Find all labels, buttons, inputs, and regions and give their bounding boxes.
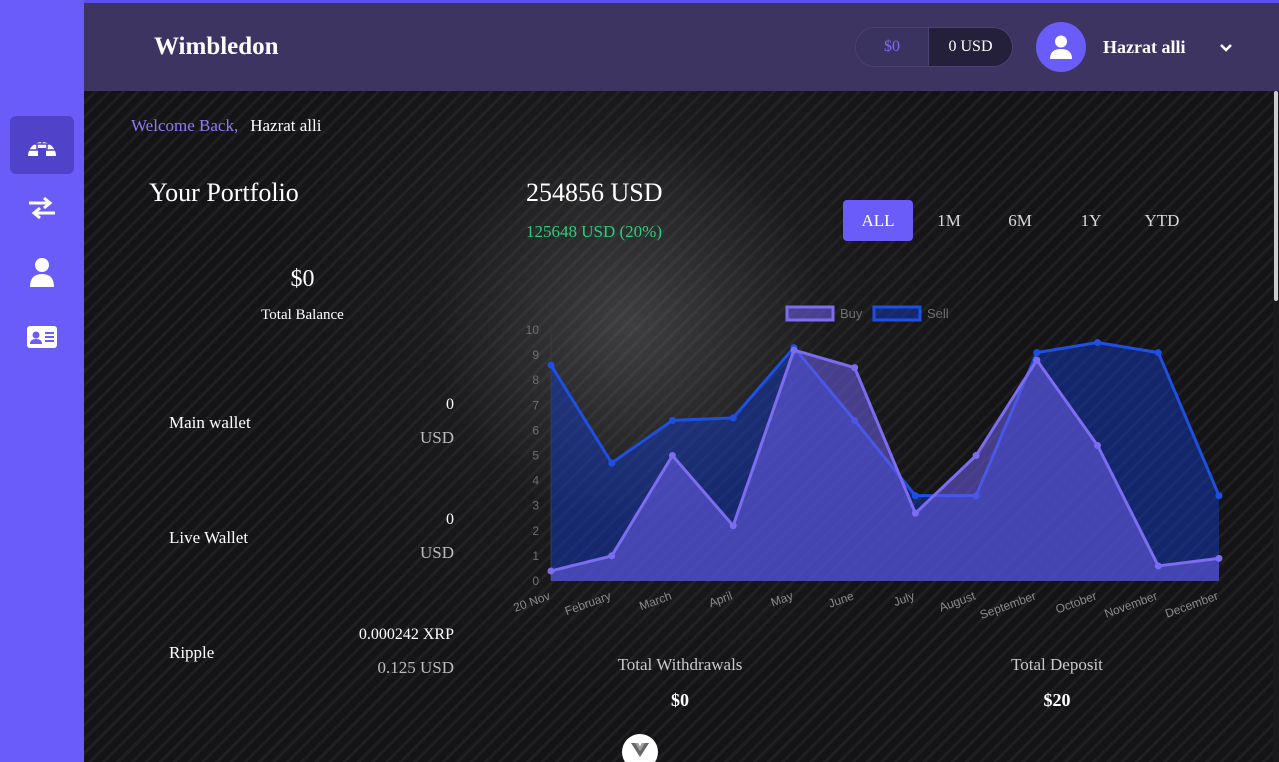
portfolio-total-value: 254856 USD	[526, 178, 663, 207]
scrollbar-thumb[interactable]	[1274, 91, 1278, 301]
chart-y-tick-label: 0	[532, 574, 539, 588]
range-ytd-button[interactable]: YTD	[1127, 200, 1197, 241]
range-1m-button[interactable]: 1M	[914, 200, 984, 241]
sidebar-item-profile[interactable]	[10, 243, 74, 301]
top-header: Wimbledon $0 0 USD Hazrat alli	[84, 0, 1279, 91]
wallet-main-amount: 0	[446, 396, 454, 413]
chart-point-buy	[851, 364, 859, 372]
chart-x-tick-label: October	[1054, 589, 1099, 617]
chart-point-sell	[911, 492, 919, 500]
chart-point-buy	[547, 567, 555, 575]
chart-point-sell	[1094, 339, 1102, 347]
chart-point-buy	[911, 509, 919, 517]
chart-x-tick-label: April	[707, 589, 734, 610]
chart-point-sell	[547, 361, 555, 369]
user-avatar-icon	[1050, 35, 1072, 59]
chart-x-tick-label: March	[637, 589, 673, 614]
exchange-arrows-icon	[29, 196, 55, 220]
chart-point-buy	[972, 452, 980, 459]
chart-point-sell	[668, 416, 676, 424]
total-balance-label: Total Balance	[261, 307, 344, 323]
chart-point-buy	[1154, 562, 1162, 570]
chart-x-tick-label: July	[892, 589, 917, 609]
wallet-main-name: Main wallet	[169, 413, 251, 432]
chart-legend-label-buy: Buy	[840, 306, 863, 321]
avatar[interactable]	[1036, 22, 1086, 72]
range-1y-button[interactable]: 1Y	[1056, 200, 1126, 241]
total-deposit-value: $20	[1043, 690, 1071, 710]
user-icon	[30, 258, 54, 287]
chart-point-buy	[1215, 554, 1223, 562]
chart-y-tick-label: 1	[532, 549, 539, 563]
range-6m-button[interactable]: 6M	[985, 200, 1055, 241]
chart-y-tick-label: 9	[532, 348, 539, 362]
wallet-live-amount: 0	[446, 511, 454, 528]
chart-y-tick-label: 10	[526, 323, 540, 337]
chart-point-sell	[729, 414, 737, 422]
chart-x-tick-label: June	[826, 589, 856, 611]
chart-point-buy	[1033, 356, 1041, 364]
chart-y-tick-label: 2	[532, 524, 539, 538]
chart-point-sell	[608, 459, 616, 467]
chart-y-tick-label: 6	[532, 423, 539, 437]
welcome-message: Welcome Back, Hazrat alli	[131, 116, 321, 136]
chart-x-tick-label: September	[978, 589, 1038, 622]
vue-logo-icon	[631, 743, 649, 757]
portfolio-title: Your Portfolio	[149, 178, 299, 207]
chart-y-tick-label: 5	[532, 449, 539, 463]
total-withdrawals-label: Total Withdrawals	[617, 655, 743, 674]
chart-point-buy	[608, 552, 616, 560]
chevron-down-icon[interactable]	[1219, 39, 1233, 58]
chart-x-tick-label: November	[1102, 589, 1159, 621]
total-withdrawals-value: $0	[671, 690, 689, 710]
wallet-live-name: Live Wallet	[169, 528, 249, 547]
id-card-icon	[27, 326, 57, 348]
chart-x-tick-label: February	[563, 589, 613, 619]
wallet-main-unit: USD	[419, 428, 454, 447]
chart-x-tick-label: May	[769, 589, 795, 610]
portfolio-gain: 125648 USD (20%)	[526, 222, 662, 241]
igloo-icon	[28, 137, 56, 156]
vue-devtools-button[interactable]	[622, 734, 658, 762]
wallet-ripple-amount: 0.000242 XRP	[358, 626, 454, 643]
chart-point-buy	[790, 346, 798, 354]
chart-legend-swatch-sell	[872, 305, 922, 322]
total-balance-amount: $0	[290, 266, 315, 292]
chart-legend-swatch-buy	[785, 305, 835, 322]
sidebar	[0, 0, 84, 762]
wallet-live-unit: USD	[419, 543, 454, 562]
sidebar-item-dashboard[interactable]	[10, 116, 74, 174]
chart-point-buy	[729, 522, 737, 530]
chart-x-tick-label: 20 Nov	[512, 589, 553, 615]
chart-y-tick-label: 7	[532, 398, 539, 412]
total-deposit-label: Total Deposit	[1011, 655, 1103, 674]
username[interactable]: Hazrat alli	[1103, 37, 1185, 58]
chart-y-tick-label: 4	[532, 474, 539, 488]
balance-dollar: $0	[856, 28, 928, 66]
buy-sell-chart: 0 1 2 3 4 5 6 7 8 9 10 20 Nov February March April May J…	[512, 305, 1223, 622]
brand-logo[interactable]: Wimbledon	[154, 33, 279, 61]
balance-usd: 0 USD	[928, 28, 1012, 66]
sidebar-item-exchange[interactable]	[10, 179, 74, 237]
range-all-button[interactable]: ALL	[843, 200, 913, 241]
sidebar-item-identity[interactable]	[10, 308, 74, 366]
welcome-greeting: Welcome Back,	[131, 116, 239, 135]
balance-pill: $0 0 USD	[855, 27, 1013, 67]
chart-point-sell	[1215, 492, 1223, 500]
chart-point-sell	[1154, 349, 1162, 357]
chart-legend-label-sell: Sell	[927, 306, 949, 321]
chart-x-tick-label: August	[937, 588, 978, 614]
chart-x-tick-label: December	[1163, 589, 1220, 621]
wallet-ripple-name: Ripple	[169, 643, 215, 662]
chart-point-buy	[1094, 441, 1102, 449]
chart-point-sell	[1033, 349, 1041, 357]
welcome-name: Hazrat alli	[250, 116, 322, 135]
chart-point-buy	[668, 452, 676, 459]
chart-y-tick-label: 3	[532, 499, 539, 513]
chart-y-tick-label: 8	[532, 373, 539, 387]
range-selector: ALL 1M 6M 1Y YTD	[843, 200, 1198, 241]
wallet-ripple-unit: 0.125 USD	[377, 658, 454, 677]
